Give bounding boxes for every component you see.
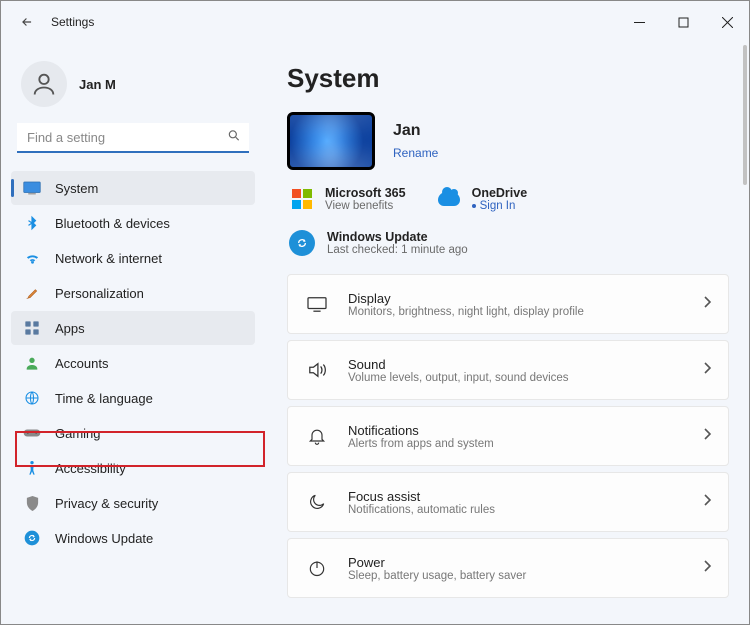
sidebar-item-gaming[interactable]: Gaming (11, 416, 255, 450)
sidebar-item-label: System (55, 181, 98, 196)
bluetooth-icon (23, 214, 41, 232)
card-sound[interactable]: SoundVolume levels, output, input, sound… (287, 340, 729, 400)
settings-card-list: DisplayMonitors, brightness, night light… (287, 274, 729, 598)
sidebar-item-system[interactable]: System (11, 171, 255, 205)
sidebar-item-label: Windows Update (55, 531, 153, 546)
sidebar-item-personalization[interactable]: Personalization (11, 276, 255, 310)
sidebar-item-label: Accounts (55, 356, 108, 371)
globe-icon (23, 389, 41, 407)
window-title: Settings (51, 15, 94, 29)
windows-update-status[interactable]: Windows Update Last checked: 1 minute ag… (287, 220, 729, 274)
sidebar-item-label: Network & internet (55, 251, 162, 266)
back-button[interactable] (17, 12, 37, 32)
user-name: Jan M (79, 77, 116, 92)
close-button[interactable] (705, 1, 749, 43)
system-icon (23, 179, 41, 197)
sidebar-item-label: Gaming (55, 426, 101, 441)
sidebar-item-label: Time & language (55, 391, 153, 406)
gaming-icon (23, 424, 41, 442)
sidebar-item-apps[interactable]: Apps (11, 311, 255, 345)
search-icon (227, 129, 241, 148)
search-box[interactable] (17, 123, 249, 153)
card-power[interactable]: PowerSleep, battery usage, battery saver (287, 538, 729, 598)
wifi-icon (23, 249, 41, 267)
sidebar-item-label: Personalization (55, 286, 144, 301)
user-profile[interactable]: Jan M (11, 53, 255, 123)
sidebar: Jan M System Bluetooth & devices Network (1, 43, 261, 624)
update-sub: Last checked: 1 minute ago (327, 244, 468, 256)
sound-icon (304, 357, 330, 383)
minimize-button[interactable] (617, 1, 661, 43)
sidebar-item-label: Apps (55, 321, 85, 336)
scrollbar[interactable] (743, 45, 747, 185)
chevron-right-icon (702, 493, 712, 512)
device-profile: Jan Rename (287, 112, 729, 170)
microsoft365-icon (289, 186, 315, 212)
avatar-icon (21, 61, 67, 107)
nav-list: System Bluetooth & devices Network & int… (11, 171, 255, 555)
sidebar-item-time-language[interactable]: Time & language (11, 381, 255, 415)
main-content: System Jan Rename Microsoft 365 View ben… (261, 43, 749, 624)
update-icon (23, 529, 41, 547)
sidebar-item-bluetooth[interactable]: Bluetooth & devices (11, 206, 255, 240)
card-focus-assist[interactable]: Focus assistNotifications, automatic rul… (287, 472, 729, 532)
onedrive-sub: Sign In (472, 200, 528, 212)
desktop-preview[interactable] (287, 112, 375, 170)
title-bar: Settings (1, 1, 749, 43)
onedrive-info[interactable]: OneDrive Sign In (436, 186, 528, 212)
sidebar-item-label: Privacy & security (55, 496, 158, 511)
sidebar-item-network[interactable]: Network & internet (11, 241, 255, 275)
chevron-right-icon (702, 361, 712, 380)
search-input[interactable] (17, 123, 249, 153)
brush-icon (23, 284, 41, 302)
chevron-right-icon (702, 427, 712, 446)
device-name: Jan (393, 122, 438, 140)
page-title: System (287, 63, 729, 94)
card-display[interactable]: DisplayMonitors, brightness, night light… (287, 274, 729, 334)
sidebar-item-windows-update[interactable]: Windows Update (11, 521, 255, 555)
microsoft365-info[interactable]: Microsoft 365 View benefits (289, 186, 406, 212)
sidebar-item-privacy[interactable]: Privacy & security (11, 486, 255, 520)
sidebar-item-accessibility[interactable]: Accessibility (11, 451, 255, 485)
rename-link[interactable]: Rename (393, 146, 438, 160)
update-title: Windows Update (327, 230, 468, 244)
onedrive-icon (436, 186, 462, 212)
accounts-icon (23, 354, 41, 372)
chevron-right-icon (702, 295, 712, 314)
chevron-right-icon (702, 559, 712, 578)
apps-icon (23, 319, 41, 337)
ms365-title: Microsoft 365 (325, 186, 406, 200)
sidebar-item-label: Accessibility (55, 461, 126, 476)
onedrive-title: OneDrive (472, 186, 528, 200)
moon-icon (304, 489, 330, 515)
bell-icon (304, 423, 330, 449)
card-notifications[interactable]: NotificationsAlerts from apps and system (287, 406, 729, 466)
sidebar-item-label: Bluetooth & devices (55, 216, 170, 231)
shield-icon (23, 494, 41, 512)
power-icon (304, 555, 330, 581)
display-icon (304, 291, 330, 317)
sidebar-item-accounts[interactable]: Accounts (11, 346, 255, 380)
maximize-button[interactable] (661, 1, 705, 43)
accessibility-icon (23, 459, 41, 477)
update-status-icon (289, 230, 315, 256)
ms365-sub: View benefits (325, 200, 406, 212)
